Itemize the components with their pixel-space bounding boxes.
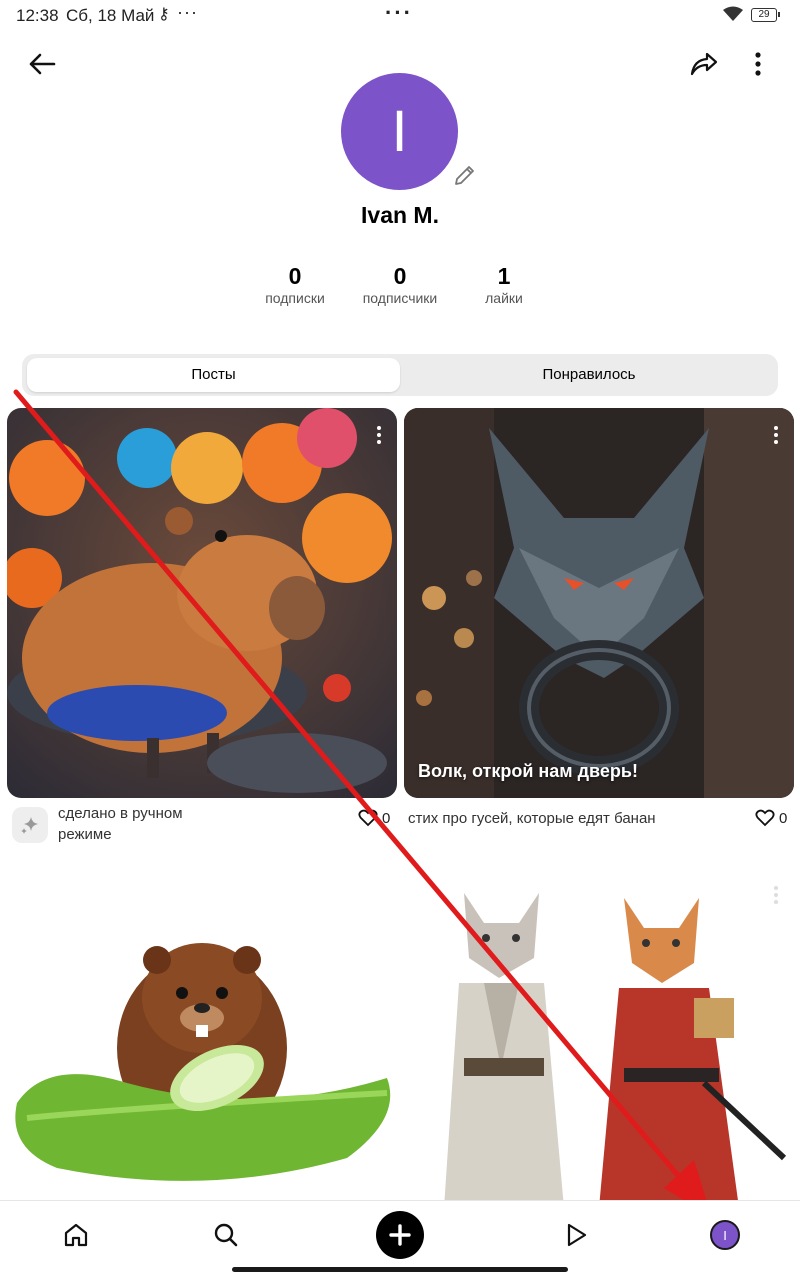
like-count: 0 — [382, 809, 391, 827]
avatar-letter: I — [391, 99, 408, 164]
stat-label: подписчики — [362, 290, 438, 306]
home-icon — [64, 1223, 88, 1247]
key-icon: ⚷ — [158, 6, 170, 23]
stat-followers[interactable]: 0 подписчики — [350, 262, 450, 306]
share-arrow-icon — [690, 52, 718, 76]
post-image-beaver-cucumber — [7, 868, 397, 1208]
back-button[interactable] — [22, 44, 62, 84]
avatar: I — [710, 1220, 740, 1250]
post-description[interactable]: сделано в ручном режиме — [58, 803, 238, 845]
stat-label: подписки — [265, 290, 325, 306]
battery-icon: 29 — [751, 8, 780, 22]
multitask-dots-icon: ··· — [385, 0, 413, 25]
stat-value: 0 — [288, 263, 302, 289]
like-button[interactable]: 0 — [755, 809, 787, 827]
plus-icon — [376, 1211, 424, 1259]
search-icon — [214, 1223, 238, 1247]
nav-home[interactable] — [56, 1215, 96, 1255]
sparkle-icon — [21, 817, 38, 834]
tab-liked[interactable]: Понравилось — [404, 358, 774, 392]
tab-posts[interactable]: Посты — [27, 358, 400, 392]
play-icon — [567, 1223, 587, 1247]
post-description[interactable]: стих про гусей, которые едят банан — [408, 808, 738, 829]
profile-tabs: Посты Понравилось — [22, 354, 778, 396]
more-notifications-icon: ··· — [177, 2, 198, 22]
stat-likes[interactable]: 1 лайки — [472, 262, 536, 306]
nav-profile[interactable]: I — [705, 1215, 745, 1255]
ai-sparkle-badge — [12, 807, 48, 843]
avatar-letter: I — [723, 1227, 727, 1243]
share-button[interactable] — [684, 44, 724, 84]
post-image-samurai-cats — [404, 868, 794, 1208]
post-card[interactable] — [404, 868, 794, 1208]
stat-value: 1 — [497, 263, 511, 289]
post-overlay-caption: Волк, открой нам дверь! — [418, 761, 638, 781]
post-image-wolf-knocker — [404, 408, 794, 798]
battery-level: 29 — [758, 9, 770, 20]
stat-value: 0 — [393, 263, 407, 289]
status-date: Сб, 18 Май — [66, 6, 155, 25]
like-button[interactable]: 0 — [358, 809, 390, 827]
wifi-icon — [723, 6, 743, 21]
nav-videos[interactable] — [556, 1215, 596, 1255]
more-vertical-icon — [755, 52, 761, 76]
nav-search[interactable] — [206, 1215, 246, 1255]
post-more-icon[interactable] — [774, 426, 780, 447]
arrow-left-icon — [29, 53, 56, 75]
post-card[interactable]: Волк, открой нам дверь! — [404, 408, 794, 798]
heart-icon — [358, 809, 378, 827]
stat-following[interactable]: 0 подписки — [254, 262, 336, 306]
profile-name: Ivan M. — [361, 202, 439, 228]
post-more-icon[interactable] — [377, 426, 383, 447]
home-indicator[interactable] — [232, 1267, 568, 1272]
more-options-button[interactable] — [740, 44, 776, 84]
post-card[interactable] — [7, 408, 397, 798]
status-time: 12:38 — [16, 6, 59, 25]
profile-avatar: I — [341, 73, 458, 190]
post-image-capybara — [7, 408, 397, 798]
stat-label: лайки — [485, 290, 523, 306]
status-bar: 12:38 Сб, 18 Май ⚷ ··· ··· 29 — [0, 0, 800, 34]
edit-avatar-button[interactable] — [448, 160, 480, 192]
heart-icon — [755, 809, 775, 827]
nav-create[interactable] — [376, 1211, 424, 1259]
like-count: 0 — [779, 809, 788, 827]
post-more-icon[interactable] — [774, 886, 780, 907]
post-card[interactable] — [7, 868, 397, 1208]
pencil-icon — [455, 166, 474, 185]
